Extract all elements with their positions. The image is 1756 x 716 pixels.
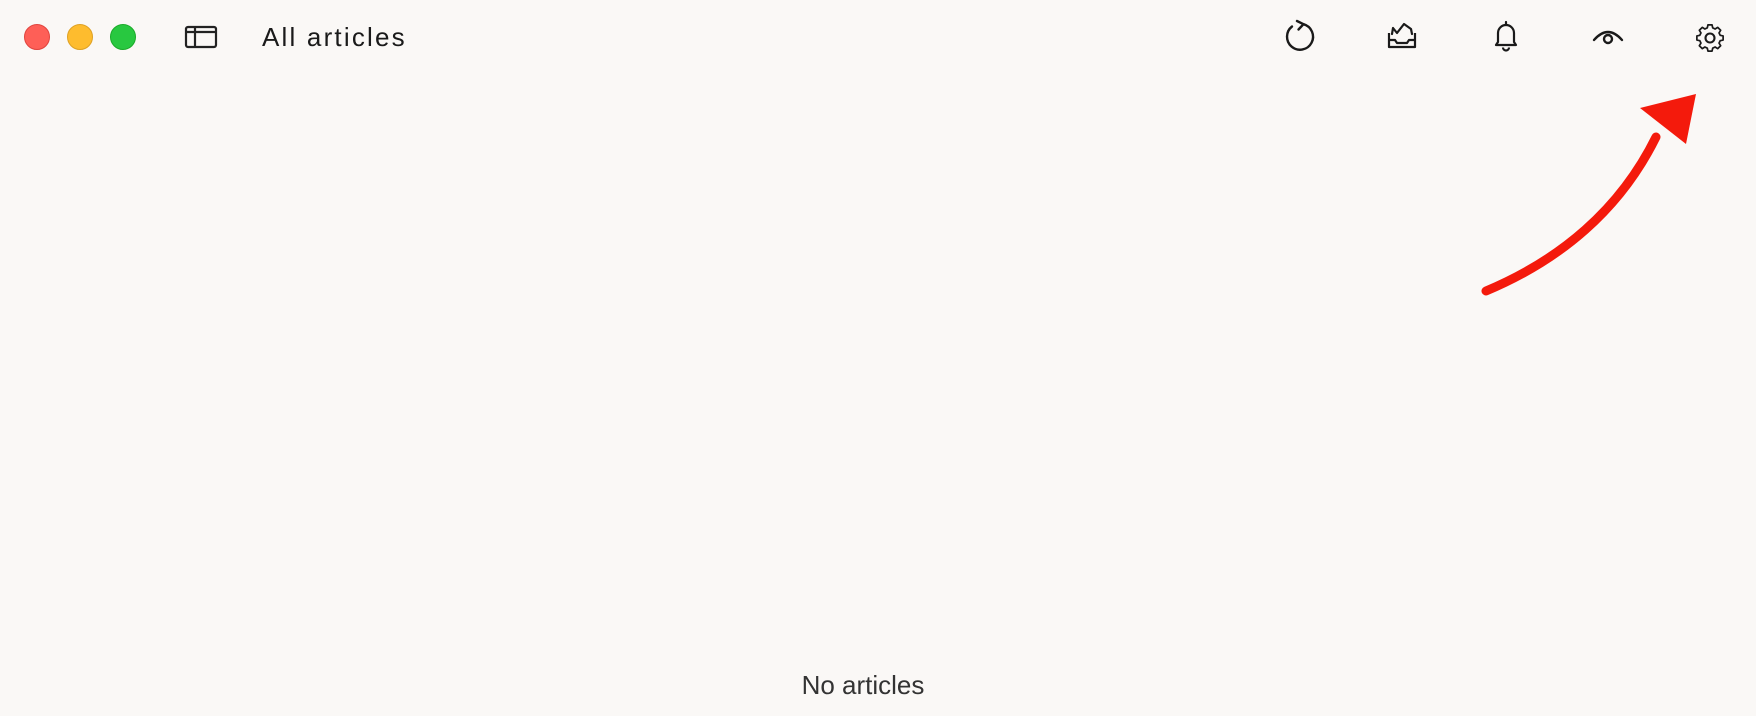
zoom-window-button[interactable]	[110, 24, 136, 50]
tray-check-icon	[1387, 22, 1417, 49]
bell-icon	[1494, 20, 1518, 52]
titlebar: All articles	[0, 0, 1756, 74]
refresh-button[interactable]	[1279, 16, 1319, 56]
visibility-button[interactable]	[1588, 16, 1628, 56]
sidebar-toggle-button[interactable]	[184, 24, 220, 50]
empty-state-message: No articles	[801, 670, 925, 700]
settings-button[interactable]	[1690, 16, 1730, 56]
page-title: All articles	[262, 22, 407, 52]
sidebar-icon	[184, 25, 218, 49]
gear-icon	[1696, 24, 1724, 52]
mark-all-read-button[interactable]	[1382, 16, 1422, 56]
refresh-icon	[1285, 19, 1315, 51]
notifications-button[interactable]	[1486, 16, 1526, 56]
close-window-button[interactable]	[24, 24, 50, 50]
red-arrow-icon	[1481, 94, 1696, 296]
app-window: All articles No articles	[0, 0, 1756, 716]
eye-icon	[1592, 30, 1624, 45]
minimize-window-button[interactable]	[67, 24, 93, 50]
